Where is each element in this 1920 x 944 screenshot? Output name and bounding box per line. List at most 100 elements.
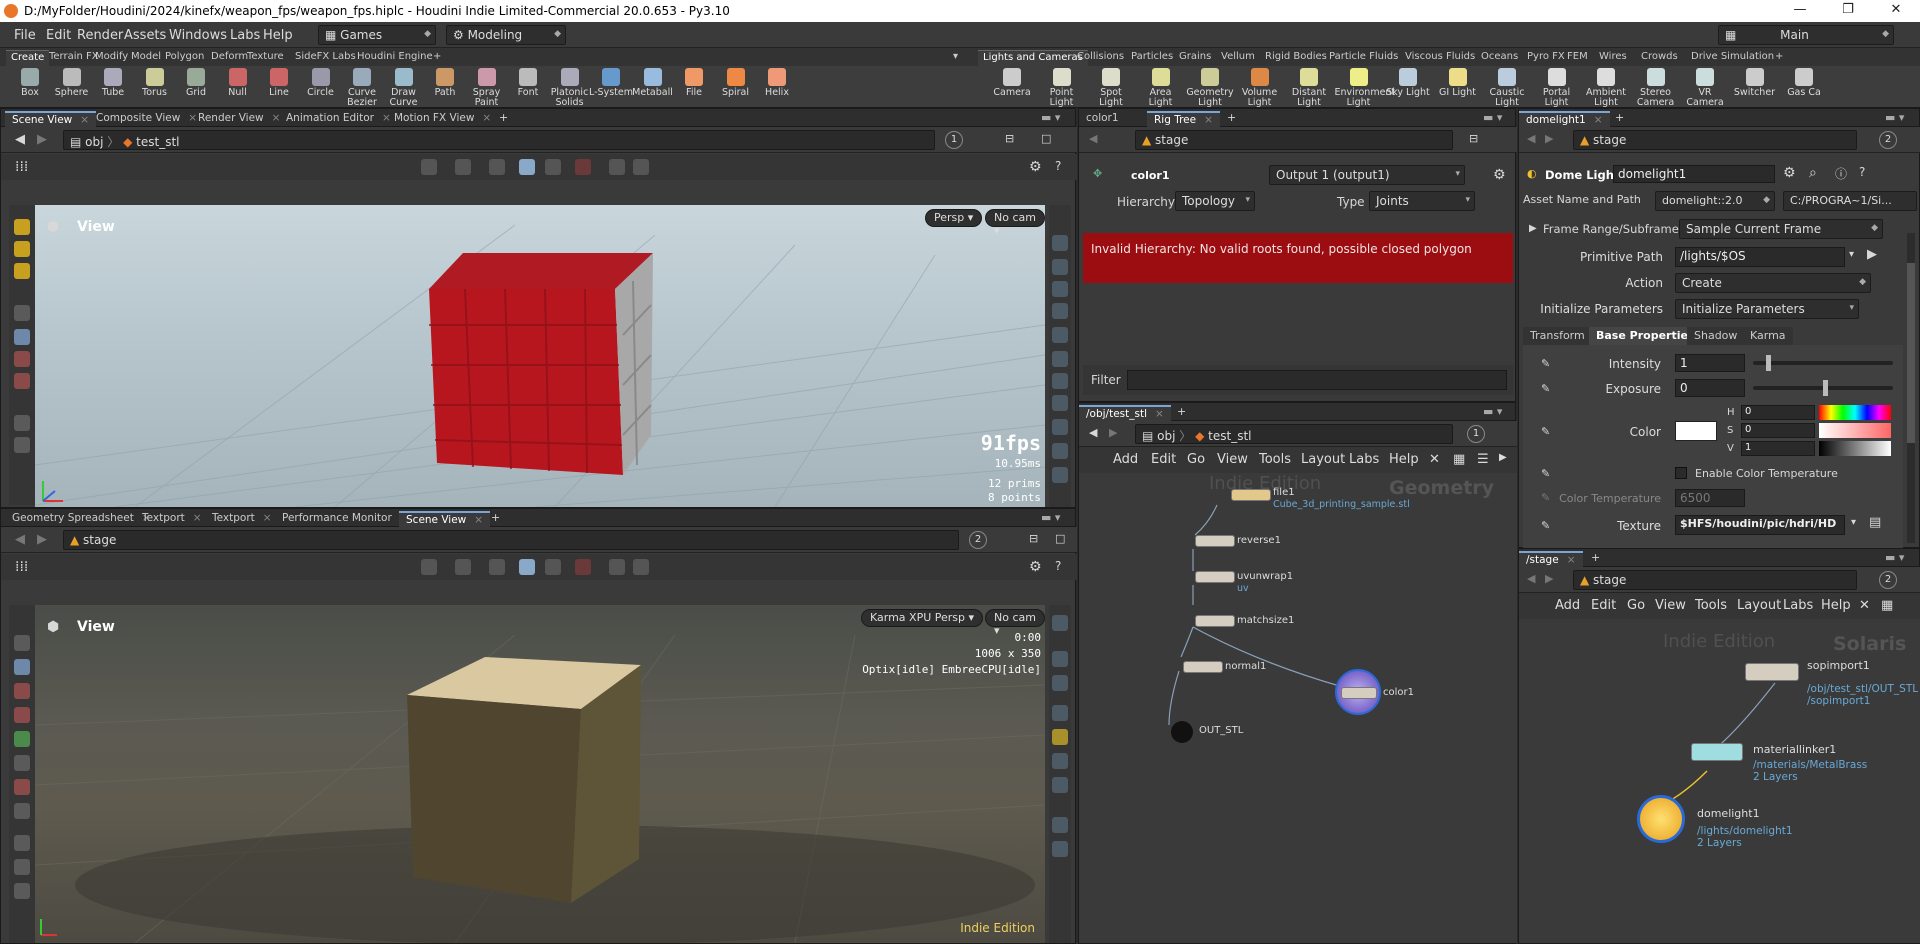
- chevron-down-icon[interactable]: ▾: [948, 50, 963, 66]
- expand-icon[interactable]: ▶: [1499, 452, 1507, 463]
- visibility-icon[interactable]: [1052, 753, 1068, 769]
- lock-camera-icon[interactable]: [1052, 651, 1068, 667]
- lock-icon[interactable]: [14, 659, 30, 675]
- pane-link-badge[interactable]: 1: [945, 131, 963, 149]
- lock-camera-icon[interactable]: [1052, 281, 1068, 297]
- tab-shadow[interactable]: Shadow: [1687, 327, 1745, 345]
- tool-spot-light[interactable]: Spot Light: [1087, 68, 1135, 108]
- gear-icon[interactable]: ⚙: [1783, 165, 1796, 181]
- v-field[interactable]: 1: [1741, 441, 1815, 456]
- select-arrow-icon[interactable]: [14, 305, 30, 321]
- exposure-slider-handle[interactable]: [1823, 380, 1828, 396]
- home-icon[interactable]: [1052, 303, 1068, 319]
- pane-link-badge[interactable]: 1: [1467, 425, 1485, 443]
- menu-file[interactable]: File: [14, 28, 36, 43]
- asset-path-dropdown[interactable]: C:/PROGRA~1/Si...: [1783, 191, 1917, 211]
- pin-icon[interactable]: ⊟: [1469, 132, 1478, 145]
- hue-ramp[interactable]: [1819, 405, 1891, 420]
- lighting-icon[interactable]: [1052, 729, 1068, 745]
- tool-environment-light[interactable]: Environment Light: [1335, 68, 1395, 108]
- desktop-dropdown[interactable]: ▦ Games ◆: [318, 25, 436, 45]
- view-label[interactable]: View: [77, 219, 115, 235]
- rig-tree-path-field[interactable]: ▲ stage: [1135, 130, 1453, 150]
- frame-range-dropdown[interactable]: Sample Current Frame ◆: [1679, 219, 1883, 239]
- pin-icon[interactable]: ⊟: [1005, 132, 1014, 145]
- node-matchsize1[interactable]: [1195, 615, 1235, 627]
- shelf-tab-polygon[interactable]: Polygon: [160, 50, 209, 66]
- pen-icon[interactable]: ✎: [1541, 519, 1555, 533]
- wrench-icon[interactable]: ✕: [1859, 598, 1870, 613]
- shelf-tab-houdini-engine[interactable]: Houdini Engine: [352, 50, 438, 66]
- hierarchy-dropdown[interactable]: Topology ▾: [1175, 191, 1255, 211]
- viewport-top[interactable]: ⬢ View Persp ▾ No cam ▾ 91fps 10.95ms 12…: [35, 205, 1045, 507]
- display-options-icon[interactable]: [1052, 615, 1068, 631]
- help-icon[interactable]: ?: [1055, 559, 1061, 573]
- saturation-ramp[interactable]: [1819, 423, 1891, 438]
- net-menu-help[interactable]: Help: [1389, 452, 1419, 467]
- node-domelight1[interactable]: [1637, 795, 1685, 843]
- brush-icon[interactable]: [14, 219, 30, 235]
- settings-icon[interactable]: ⚙: [1029, 559, 1042, 575]
- tab-animation-editor-3[interactable]: Animation Editor ×: [279, 111, 398, 127]
- shelf-tab-wires[interactable]: Wires: [1594, 50, 1632, 66]
- transform-icon[interactable]: [14, 351, 30, 367]
- shelf-tab-vellum[interactable]: Vellum: [1216, 50, 1260, 66]
- expand-arrow-icon[interactable]: ▶: [1529, 223, 1537, 234]
- menu-labs[interactable]: Labs: [230, 28, 260, 43]
- tool-ambient-light[interactable]: Ambient Light: [1582, 68, 1630, 108]
- tab-render-view-2[interactable]: Render View ×: [191, 111, 287, 127]
- render-icon[interactable]: [633, 159, 649, 175]
- select-mode-icon[interactable]: [421, 159, 437, 175]
- tab-motion-fx-view-4[interactable]: Motion FX View ×: [387, 111, 498, 127]
- net-menu-go[interactable]: Go: [1187, 452, 1205, 467]
- pen-icon[interactable]: ✎: [1541, 357, 1555, 371]
- back-icon[interactable]: ◀: [1089, 426, 1097, 439]
- stop-icon[interactable]: [575, 159, 591, 175]
- add-tab-icon[interactable]: +: [491, 511, 500, 524]
- node-reverse1[interactable]: [1195, 535, 1235, 547]
- lock-icon[interactable]: [14, 329, 30, 345]
- render-icon[interactable]: [633, 559, 649, 575]
- close-tab-icon[interactable]: ×: [263, 512, 272, 524]
- net-menu-add[interactable]: Add: [1113, 452, 1138, 467]
- tab-composite-view-1[interactable]: Composite View ×: [89, 111, 204, 127]
- home-icon[interactable]: [1052, 675, 1068, 691]
- pane-link-badge[interactable]: 2: [1879, 131, 1897, 149]
- close-tab-icon[interactable]: ×: [1204, 114, 1213, 126]
- grid-icon[interactable]: ▦: [1453, 452, 1465, 467]
- stop-icon[interactable]: [575, 559, 591, 575]
- tab-scene-view-4[interactable]: Scene View ×: [399, 511, 491, 527]
- tool-vr-camera[interactable]: VR Camera: [1681, 68, 1729, 108]
- shelf-tab-sidefx-labs[interactable]: SideFX Labs: [290, 50, 361, 66]
- pane-link-badge[interactable]: 2: [1879, 571, 1897, 589]
- net-menu-layout[interactable]: Layout: [1301, 452, 1345, 467]
- intensity-slider[interactable]: [1753, 355, 1893, 371]
- close-tab-icon[interactable]: ×: [1567, 554, 1576, 566]
- wireframe-icon[interactable]: [1052, 259, 1068, 275]
- scene-top-path-field[interactable]: ▤ obj 〉 ◆ test_stl: [63, 130, 935, 150]
- close-tab-icon[interactable]: ×: [1594, 114, 1603, 126]
- add-shelf-tab-icon[interactable]: +: [428, 50, 446, 66]
- tab-domelight1[interactable]: domelight1 ×: [1519, 111, 1610, 127]
- display-icon[interactable]: [545, 559, 561, 575]
- back-icon[interactable]: ◀: [1089, 132, 1097, 145]
- forward-icon[interactable]: ▶: [1545, 572, 1553, 585]
- file-chooser-icon[interactable]: ▤: [1869, 515, 1881, 530]
- shelf-tab-drive-simulation[interactable]: Drive Simulation: [1686, 50, 1779, 66]
- view-camera-icon[interactable]: ⬢: [47, 619, 59, 635]
- primitive-path-field[interactable]: /lights/$OS: [1675, 247, 1845, 267]
- forward-icon[interactable]: ▶: [1109, 426, 1117, 439]
- net-menu-edit[interactable]: Edit: [1591, 598, 1616, 613]
- flipbook-icon[interactable]: [1052, 467, 1068, 483]
- tool-area-light[interactable]: Area Light: [1137, 68, 1185, 108]
- select-object-icon[interactable]: [519, 159, 535, 175]
- render-region-icon[interactable]: [1052, 841, 1068, 857]
- select-arrow-icon[interactable]: [14, 635, 30, 651]
- tool-gi-light[interactable]: GI Light: [1434, 68, 1482, 98]
- pane-menu-icon[interactable]: ▬ ▾: [1885, 111, 1904, 124]
- chevron-down-icon[interactable]: ▾: [1851, 517, 1856, 528]
- menu-help[interactable]: Help: [263, 28, 293, 43]
- display-icon[interactable]: [545, 159, 561, 175]
- tool-sky-light[interactable]: Sky Light: [1384, 68, 1432, 98]
- pose-icon[interactable]: [14, 755, 30, 771]
